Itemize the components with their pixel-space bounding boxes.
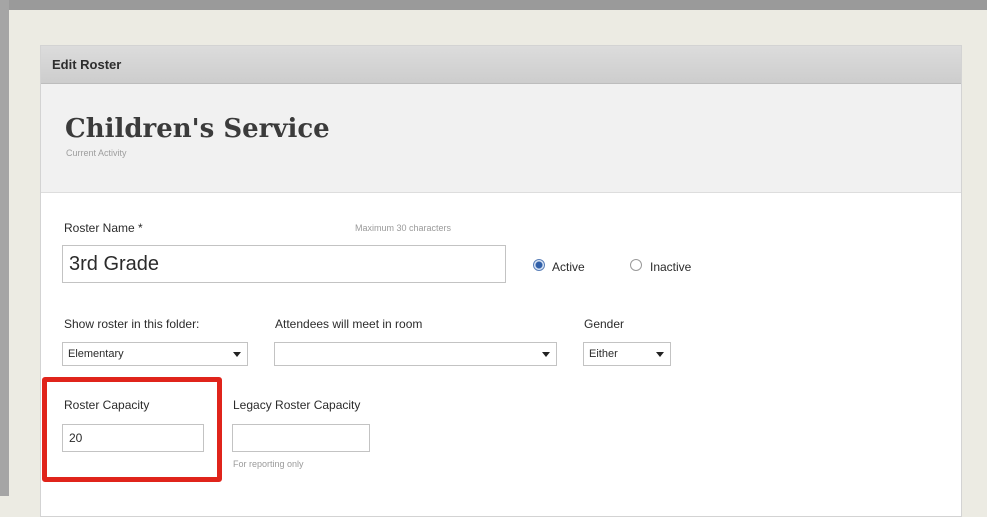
activity-subtitle: Current Activity	[66, 148, 127, 158]
legacy-capacity-hint: For reporting only	[233, 459, 304, 469]
room-select[interactable]	[274, 342, 557, 366]
room-label: Attendees will meet in room	[275, 317, 423, 331]
active-radio-label: Active	[552, 260, 585, 274]
legacy-capacity-label: Legacy Roster Capacity	[233, 398, 361, 412]
chevron-down-icon	[542, 352, 550, 357]
activity-band: Children's Service Current Activity	[41, 84, 961, 193]
chevron-down-icon	[656, 352, 664, 357]
roster-name-hint: Maximum 30 characters	[355, 223, 452, 233]
folder-select-value: Elementary	[68, 348, 124, 360]
inactive-radio[interactable]	[630, 259, 642, 271]
legacy-capacity-input[interactable]	[232, 424, 370, 452]
panel-header: Edit Roster	[41, 46, 961, 84]
capacity-highlight-box	[42, 377, 222, 482]
left-border	[0, 0, 9, 496]
roster-name-input[interactable]: 3rd Grade	[62, 245, 506, 283]
chevron-down-icon	[233, 352, 241, 357]
roster-name-label: Roster Name *	[64, 221, 143, 235]
folder-select[interactable]: Elementary	[62, 342, 248, 366]
active-radio[interactable]	[533, 259, 545, 271]
gender-label: Gender	[584, 317, 625, 331]
inactive-radio-label: Inactive	[650, 260, 692, 274]
gender-select-value: Either	[589, 348, 618, 360]
gender-select[interactable]: Either	[583, 342, 671, 366]
activity-title: Children's Service	[65, 114, 330, 144]
folder-label: Show roster in this folder:	[64, 317, 200, 331]
top-border	[0, 0, 987, 10]
